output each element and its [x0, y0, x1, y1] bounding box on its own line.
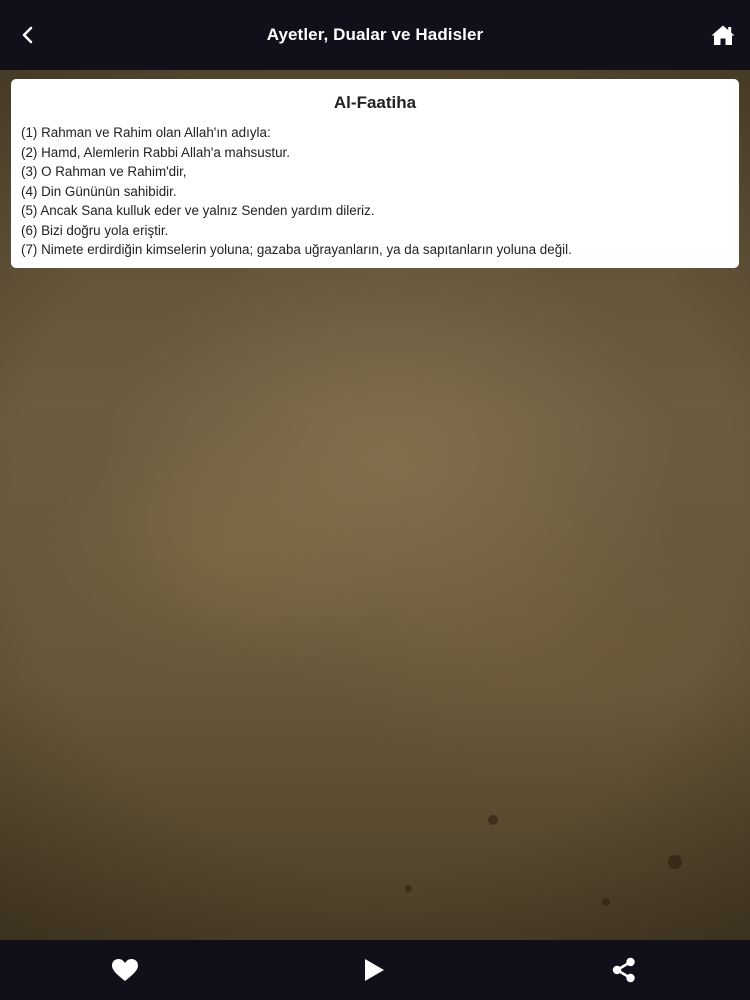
verse-line: (7) Nimete erdirdiğin kimselerin yoluna;… [21, 242, 572, 257]
back-button[interactable] [8, 15, 48, 55]
home-button[interactable] [702, 14, 744, 56]
home-icon [711, 25, 735, 45]
prayer-card: Al-Faatiha (1) Rahman ve Rahim olan Alla… [11, 79, 739, 268]
chevron-left-icon [22, 26, 33, 44]
verse-line: (3) O Rahman ve Rahim'dir, [21, 164, 187, 179]
page-title: Ayetler, Dualar ve Hadisler [266, 25, 484, 44]
verse-line: (4) Din Gününün sahibidir. [21, 183, 177, 199]
verse-line: (2) Hamd, Alemlerin Rabbi Allah'a mahsus… [21, 144, 291, 160]
navigation-bar: Ayetler, Dualar ve Hadisler [0, 0, 750, 70]
prayer-title: Al-Faatiha [333, 93, 417, 112]
verse-line: (5) Ancak Sana kulluk eder ve yalnız Sen… [21, 203, 375, 218]
stain [668, 855, 682, 869]
stain [488, 815, 498, 825]
verse-line: (6) Bizi doğru yola eriştir. [21, 222, 169, 238]
share-button[interactable] [602, 948, 646, 992]
favorite-button[interactable] [103, 948, 147, 992]
share-icon [612, 957, 635, 983]
heart-icon [112, 959, 138, 981]
bottom-toolbar [0, 940, 750, 1000]
verse-list: (1) Rahman ve Rahim olan Allah'ın adıyla… [21, 123, 729, 260]
play-icon [365, 959, 384, 981]
stain [405, 885, 412, 892]
verse-line: (1) Rahman ve Rahim olan Allah'ın adıyla… [21, 125, 271, 140]
stain [602, 898, 610, 906]
play-button[interactable] [352, 948, 396, 992]
